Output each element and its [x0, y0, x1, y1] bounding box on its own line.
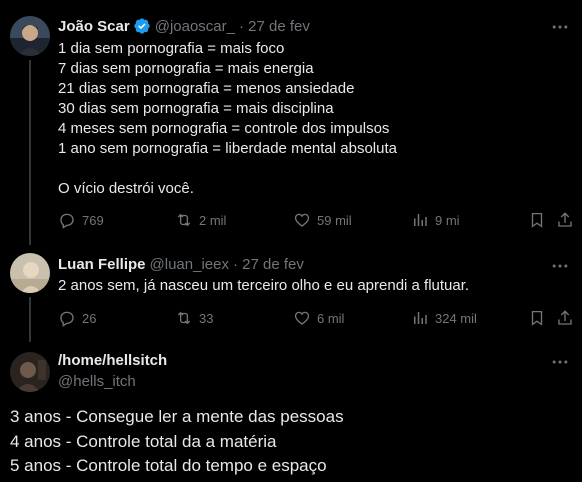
views-count: 324 mil	[435, 310, 477, 326]
author-handle[interactable]: @luan_ieex	[150, 256, 229, 273]
author-name[interactable]: Luan Fellipe	[58, 256, 146, 273]
avatar-hellsitch[interactable]	[10, 352, 50, 392]
post-text: 3 anos - Consegue ler a mente das pessoa…	[10, 407, 344, 475]
reply-button[interactable]: 26	[58, 309, 96, 327]
like-icon	[294, 213, 310, 227]
reply-icon	[60, 311, 74, 327]
like-button[interactable]: 59 mil	[293, 211, 352, 229]
post-handle-row: @hells_itch	[58, 373, 136, 390]
reply-count: 769	[82, 212, 104, 228]
more-icon[interactable]	[550, 256, 570, 276]
post-date[interactable]: · 27 de fev	[233, 256, 304, 273]
post-text: 2 anos sem, já nasceu um terceiro olho e…	[58, 277, 470, 294]
repost-count: 33	[199, 310, 214, 326]
repost-icon	[177, 311, 191, 325]
author-handle[interactable]: @joaoscar_	[155, 18, 235, 35]
bookmark-icon[interactable]	[528, 211, 546, 229]
reply-button[interactable]: 769	[58, 211, 104, 229]
avatar-luan-fellipe[interactable]	[10, 253, 50, 293]
author-name[interactable]: /home/hellsitch	[58, 352, 167, 369]
views-icon	[414, 214, 427, 226]
repost-count: 2 mil	[199, 212, 227, 228]
bookmark-icon[interactable]	[528, 309, 546, 327]
views-icon	[414, 312, 427, 324]
post-date[interactable]: · 27 de fev	[239, 18, 310, 35]
verified-badge-icon	[134, 18, 150, 34]
reply-count: 26	[82, 310, 97, 326]
repost-button[interactable]: 33	[175, 309, 213, 327]
post-header: Luan Fellipe @luan_ieex · 27 de fev	[58, 256, 304, 273]
post-text: 1 dia sem pornografia = mais foco 7 dias…	[58, 40, 397, 197]
thread-line	[29, 297, 31, 342]
post-actions: 769 2 mil 59 mil 9 mi	[58, 211, 572, 231]
like-icon	[294, 311, 310, 325]
repost-icon	[177, 213, 191, 227]
like-button[interactable]: 6 mil	[293, 309, 344, 327]
avatar-joao-scar[interactable]	[10, 16, 50, 56]
like-count: 6 mil	[317, 310, 345, 326]
views-button[interactable]: 324 mil	[411, 309, 477, 327]
more-icon[interactable]	[550, 17, 570, 37]
thread-line	[29, 60, 31, 245]
post-header: /home/hellsitch	[58, 352, 167, 369]
post-actions: 26 33 6 mil 324 mil	[58, 309, 572, 329]
author-handle[interactable]: @hells_itch	[58, 373, 136, 390]
share-icon[interactable]	[556, 211, 574, 229]
share-icon[interactable]	[556, 309, 574, 327]
views-count: 9 mi	[435, 212, 460, 228]
reply-icon	[60, 213, 74, 229]
like-count: 59 mil	[317, 212, 352, 228]
author-name[interactable]: João Scar	[58, 18, 130, 35]
views-button[interactable]: 9 mi	[411, 211, 460, 229]
post-header: João Scar @joaoscar_ · 27 de fev	[58, 17, 310, 35]
more-icon[interactable]	[550, 352, 570, 372]
repost-button[interactable]: 2 mil	[175, 211, 226, 229]
